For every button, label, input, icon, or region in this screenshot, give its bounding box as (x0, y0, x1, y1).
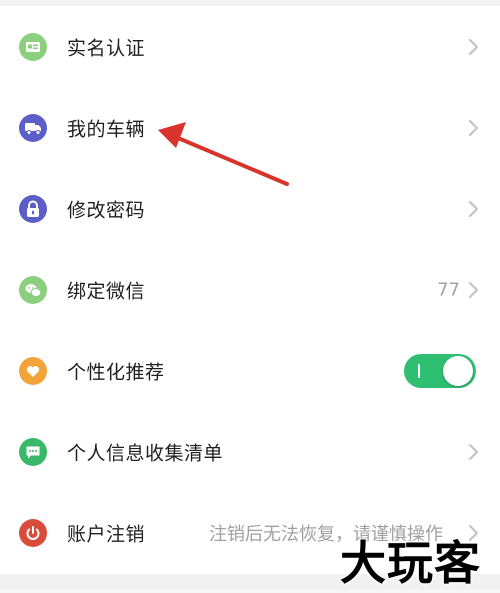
menu-item-label: 实名认证 (67, 37, 146, 59)
chevron-right-icon (468, 443, 479, 460)
menu-item-label: 修改密码 (67, 199, 146, 221)
watermark: 大玩客 (340, 536, 481, 590)
chevron-right-icon (468, 281, 479, 298)
id-card-icon (19, 32, 47, 61)
truck-icon (19, 113, 47, 142)
chevron-right-icon (468, 119, 479, 136)
toggle-knob (443, 355, 473, 386)
menu-item-personal-info-list[interactable]: 个人信息收集清单 (0, 411, 500, 492)
menu-item-label: 账户注销 (67, 523, 146, 545)
menu-item-change-password[interactable]: 修改密码 (0, 168, 500, 249)
menu-item-personalized-recommendation: 个性化推荐 (0, 330, 500, 411)
menu-item-label: 我的车辆 (67, 118, 146, 140)
chevron-right-icon (468, 38, 479, 55)
lock-icon (19, 194, 47, 223)
menu-item-label: 绑定微信 (67, 280, 146, 302)
menu-item-label: 个性化推荐 (67, 361, 165, 383)
wechat-icon (19, 275, 47, 304)
wechat-nickname-value: 77 (437, 279, 460, 300)
message-icon (19, 437, 47, 466)
heart-icon (19, 356, 47, 385)
toggle-on-indicator (418, 363, 420, 378)
recommendation-toggle[interactable] (404, 353, 476, 388)
menu-item-real-name-verification[interactable]: 实名认证 (0, 6, 500, 87)
power-icon (19, 518, 47, 547)
menu-item-my-vehicles[interactable]: 我的车辆 (0, 87, 500, 168)
settings-list: 实名认证 我的车辆 修改密码 绑定微信 77 个性化推荐 个人信息收集清单 账户… (0, 0, 500, 590)
menu-item-label: 个人信息收集清单 (67, 442, 224, 464)
chevron-right-icon (468, 200, 479, 217)
menu-item-bind-wechat[interactable]: 绑定微信 77 (0, 249, 500, 330)
